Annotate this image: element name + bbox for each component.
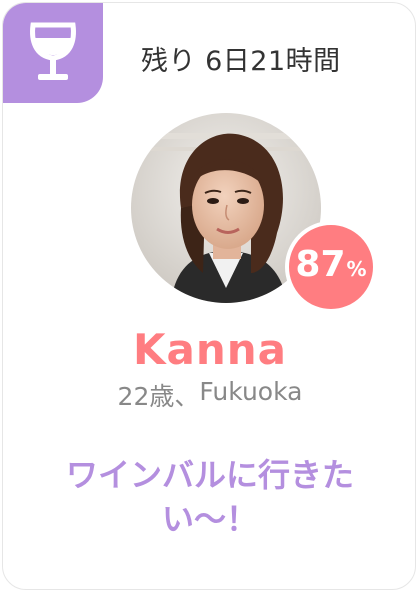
remaining-label: 残り: [141, 46, 196, 77]
profile-name: Kanna: [132, 325, 288, 374]
wine-glass-icon: [30, 22, 76, 80]
category-badge: [3, 3, 103, 103]
profile-card[interactable]: 残り 6日21時間 87 % Kanna 22歳 、 Fukuoka ワインバル…: [2, 2, 416, 590]
profile-message: ワインバルに行きたい〜！: [65, 456, 354, 538]
profile-info: 22歳 、 Fukuoka: [3, 377, 415, 413]
remaining-time: 残り 6日21時間: [141, 39, 341, 78]
info-separator: 、: [174, 382, 200, 411]
match-rate-unit: %: [346, 257, 367, 281]
profile-location: Fukuoka: [199, 377, 303, 406]
profile-age: 22歳: [117, 382, 175, 411]
match-rate-badge: 87 %: [285, 221, 377, 313]
remaining-value: 6日21時間: [205, 46, 341, 77]
match-rate-value: 87: [295, 244, 346, 285]
